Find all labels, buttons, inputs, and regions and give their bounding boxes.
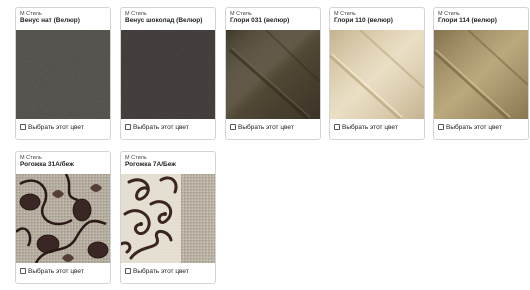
select-color-checkbox[interactable]: [20, 268, 26, 274]
select-color-checkbox[interactable]: [230, 124, 236, 130]
select-color-option[interactable]: Выбрать этот цвет: [20, 122, 84, 132]
fabric-swatch-image[interactable]: [434, 30, 528, 119]
select-color-label[interactable]: Выбрать этот цвет: [342, 124, 398, 131]
fabric-swatch-image[interactable]: [121, 174, 215, 263]
product-title: Рогожка 7А/Беж: [125, 161, 176, 168]
select-color-option[interactable]: Выбрать этот цвет: [334, 122, 398, 132]
product-card: М Стиль Глори 031 (велюр) Выбрать этот ц…: [225, 7, 321, 140]
select-color-checkbox[interactable]: [334, 124, 340, 130]
select-color-label[interactable]: Выбрать этот цвет: [28, 124, 84, 131]
select-color-option[interactable]: Выбрать этот цвет: [20, 266, 84, 276]
select-color-label[interactable]: Выбрать этот цвет: [238, 124, 294, 131]
fabric-swatch-image[interactable]: [226, 30, 320, 119]
select-color-option[interactable]: Выбрать этот цвет: [125, 266, 189, 276]
select-color-checkbox[interactable]: [125, 268, 131, 274]
product-title: Венус шоколад (Велюр): [125, 17, 203, 24]
product-title: Глори 031 (велюр): [230, 17, 290, 24]
product-card: М Стиль Глори 110 (велюр) Выбрать этот ц…: [329, 7, 425, 140]
fabric-swatch-image[interactable]: [16, 174, 110, 263]
product-title: Глори 110 (велюр): [334, 17, 393, 24]
select-color-option[interactable]: Выбрать этот цвет: [230, 122, 294, 132]
select-color-option[interactable]: Выбрать этот цвет: [438, 122, 502, 132]
select-color-checkbox[interactable]: [125, 124, 131, 130]
fabric-swatch-image[interactable]: [121, 30, 215, 119]
select-color-label[interactable]: Выбрать этот цвет: [133, 268, 189, 275]
select-color-label[interactable]: Выбрать этот цвет: [446, 124, 502, 131]
product-title: Рогожка 31А/беж: [20, 161, 74, 168]
fabric-swatch-image[interactable]: [330, 30, 424, 119]
select-color-option[interactable]: Выбрать этот цвет: [125, 122, 189, 132]
select-color-label[interactable]: Выбрать этот цвет: [133, 124, 189, 131]
product-card: М Стиль Рогожка 7А/Беж Выбрать этот цвет: [120, 151, 216, 284]
select-color-checkbox[interactable]: [20, 124, 26, 130]
product-card: М Стиль Глори 114 (велюр) Выбрать этот ц…: [433, 7, 529, 140]
product-title: Венус нат (Велюр): [20, 17, 80, 24]
product-title: Глори 114 (велюр): [438, 17, 497, 24]
product-card: М Стиль Венус нат (Велюр) Выбрать этот ц…: [15, 7, 111, 140]
select-color-label[interactable]: Выбрать этот цвет: [28, 268, 84, 275]
select-color-checkbox[interactable]: [438, 124, 444, 130]
product-card: М Стиль Рогожка 31А/беж Выбрать этот цве…: [15, 151, 111, 284]
fabric-swatch-image[interactable]: [16, 30, 110, 119]
product-card: М Стиль Венус шоколад (Велюр) Выбрать эт…: [120, 7, 216, 140]
